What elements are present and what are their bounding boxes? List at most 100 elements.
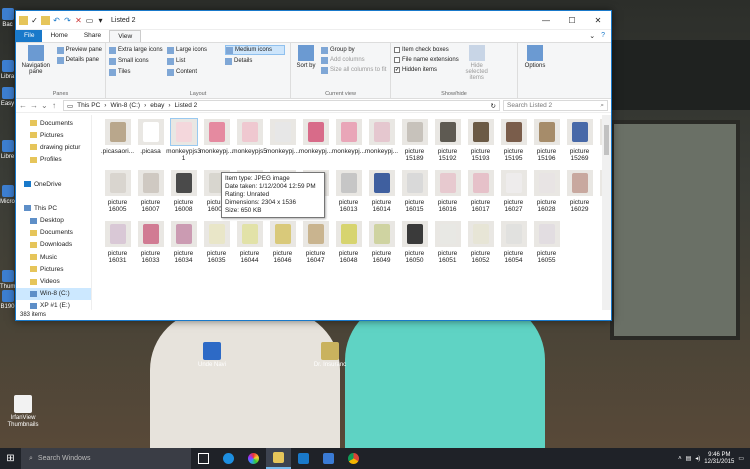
nav-item[interactable]: Documents [16, 227, 91, 239]
taskbar-edge[interactable] [216, 448, 241, 469]
minimize-button[interactable]: — [533, 11, 559, 29]
nav-item[interactable]: Pictures [16, 129, 91, 141]
file-item[interactable]: picture 16015 [399, 170, 430, 218]
back-arrow-icon[interactable]: ← [19, 101, 27, 110]
nav-item[interactable]: Documents [16, 117, 91, 129]
file-item[interactable]: picture 16047 [300, 221, 331, 269]
file-item[interactable]: picture 16035 [201, 221, 232, 269]
file-item[interactable]: picture 15189 [399, 119, 430, 167]
address-bar[interactable]: ▭ This PC › Win-8 (C:) › ebay › Listed 2 ↻ [63, 100, 500, 111]
file-item[interactable]: picture 16049 [366, 221, 397, 269]
taskbar-file-explorer[interactable] [266, 448, 291, 469]
up-arrow-icon[interactable]: ↑ [52, 101, 60, 110]
file-item[interactable]: picture 16034 [168, 221, 199, 269]
desktop-icon[interactable]: Libra [0, 60, 15, 81]
file-item[interactable]: picture 16007 [135, 170, 166, 218]
nav-item[interactable]: Win-8 (C:) [16, 287, 91, 300]
add-columns-button[interactable]: Add columns [321, 55, 386, 65]
file-item[interactable]: picture 16028 [531, 170, 562, 218]
file-item[interactable]: monkeypj... [200, 119, 233, 167]
group-by-button[interactable]: Group by [321, 45, 386, 55]
nav-item[interactable]: Music [16, 251, 91, 263]
vertical-scrollbar[interactable] [602, 115, 611, 310]
sort-by-button[interactable]: Sort by [294, 45, 318, 96]
layout-extra-large-icons[interactable]: Extra large icons [109, 45, 167, 55]
file-item[interactable]: picture 16008 [168, 170, 199, 218]
maximize-button[interactable]: ☐ [559, 11, 585, 29]
preview-pane-button[interactable]: Preview pane [56, 45, 102, 55]
file-item[interactable]: picture 16013 [333, 170, 364, 218]
help-icon[interactable]: ? [601, 32, 605, 40]
nav-item[interactable]: Pictures [16, 263, 91, 275]
chevron-up-icon[interactable]: ˄ [678, 456, 682, 462]
recent-chevron-icon[interactable]: ⌄ [41, 101, 49, 110]
layout-medium-icons[interactable]: Medium icons [225, 45, 285, 55]
options-button[interactable]: Options [521, 45, 549, 69]
file-item[interactable]: monkeypj... [299, 119, 332, 167]
undo-icon[interactable]: ↶ [52, 16, 61, 25]
tab-view[interactable]: View [109, 30, 142, 42]
notifications-icon[interactable]: ▭ [738, 455, 744, 462]
chevron-down-icon[interactable]: ⌄ [589, 32, 595, 40]
new-folder-icon[interactable] [41, 15, 50, 25]
layout-content[interactable]: Content [167, 67, 225, 77]
nav-item[interactable]: drawing pictur [16, 141, 91, 153]
file-item[interactable]: picture 15195 [498, 119, 529, 167]
desktop-icon-mid2[interactable]: Dr. Insuranc [313, 342, 347, 369]
nav-item[interactable]: OneDrive [16, 178, 91, 190]
layout-large-icons[interactable]: Large icons [167, 45, 225, 55]
file-item[interactable]: monkeypj... [365, 119, 398, 167]
tab-file[interactable]: File [16, 30, 43, 42]
file-item[interactable]: picture 16016 [432, 170, 463, 218]
layout-details[interactable]: Details [225, 56, 285, 66]
desktop-icon[interactable]: Bac [0, 8, 15, 29]
refresh-icon[interactable]: ↻ [491, 102, 499, 110]
layout-list[interactable]: List [167, 56, 225, 66]
search-input[interactable]: Search Listed 2 ⌕ [503, 100, 608, 111]
scrollbar-thumb[interactable] [604, 125, 609, 155]
title-bar[interactable]: ✓ ↶ ↷ ✕ ▭ ▾ Listed 2 — ☐ ✕ [16, 11, 611, 30]
file-item[interactable]: picture 16050 [399, 221, 430, 269]
item-check-boxes-checkbox[interactable]: Item check boxes [394, 45, 459, 55]
desktop-icon[interactable]: Libre [0, 140, 15, 161]
file-item[interactable]: picture 16054 [498, 221, 529, 269]
taskbar-app[interactable] [316, 448, 341, 469]
file-item[interactable]: monkeypj... [266, 119, 299, 167]
file-item[interactable]: picture 15192 [432, 119, 463, 167]
size-columns-button[interactable]: Size all columns to fit [321, 65, 386, 75]
file-item[interactable]: picture 16005 [102, 170, 133, 218]
desktop-icon[interactable]: Micro [0, 185, 15, 206]
file-item[interactable]: .picasa [135, 119, 166, 167]
clock[interactable]: 9:46 PM 12/31/2015 [704, 452, 734, 466]
file-item[interactable]: picture 16027 [498, 170, 529, 218]
taskbar-picasa[interactable] [241, 448, 266, 469]
taskbar-chrome[interactable] [341, 448, 366, 469]
file-item[interactable]: picture 16051 [432, 221, 463, 269]
desktop-icon-mid1[interactable]: Unde Navi [195, 342, 229, 369]
desktop-icon-irfanview[interactable]: IrfanView Thumbnails [3, 395, 43, 429]
file-item[interactable]: picture 15269 [564, 119, 595, 167]
file-item[interactable]: picture 16052 [465, 221, 496, 269]
file-item[interactable]: monkeypjs5 [232, 119, 267, 167]
redo-icon[interactable]: ↷ [63, 16, 72, 25]
desktop-icon[interactable]: B190 [0, 290, 15, 311]
nav-item[interactable]: Profiles [16, 154, 91, 166]
delete-icon[interactable]: ✕ [74, 16, 83, 25]
hide-selected-button[interactable]: Hide selected items [462, 45, 492, 96]
desktop-icon[interactable]: Thum [0, 270, 15, 291]
chevron-down-icon[interactable]: ▾ [96, 16, 105, 25]
tab-share[interactable]: Share [76, 30, 109, 42]
file-item[interactable]: monkeypj... [332, 119, 365, 167]
file-item[interactable]: picture 16044 [234, 221, 265, 269]
taskbar-search[interactable]: ⌕ Search Windows [21, 448, 191, 469]
nav-item[interactable]: Videos [16, 275, 91, 287]
file-item[interactable]: picture 15193 [465, 119, 496, 167]
properties-icon[interactable]: ✓ [30, 16, 39, 25]
file-item[interactable]: picture 16029 [564, 170, 595, 218]
tab-home[interactable]: Home [42, 30, 75, 42]
taskbar-mail[interactable] [291, 448, 316, 469]
details-pane-button[interactable]: Details pane [56, 55, 102, 65]
rename-icon[interactable]: ▭ [85, 16, 94, 25]
layout-small-icons[interactable]: Small icons [109, 56, 167, 66]
forward-arrow-icon[interactable]: → [30, 101, 38, 110]
